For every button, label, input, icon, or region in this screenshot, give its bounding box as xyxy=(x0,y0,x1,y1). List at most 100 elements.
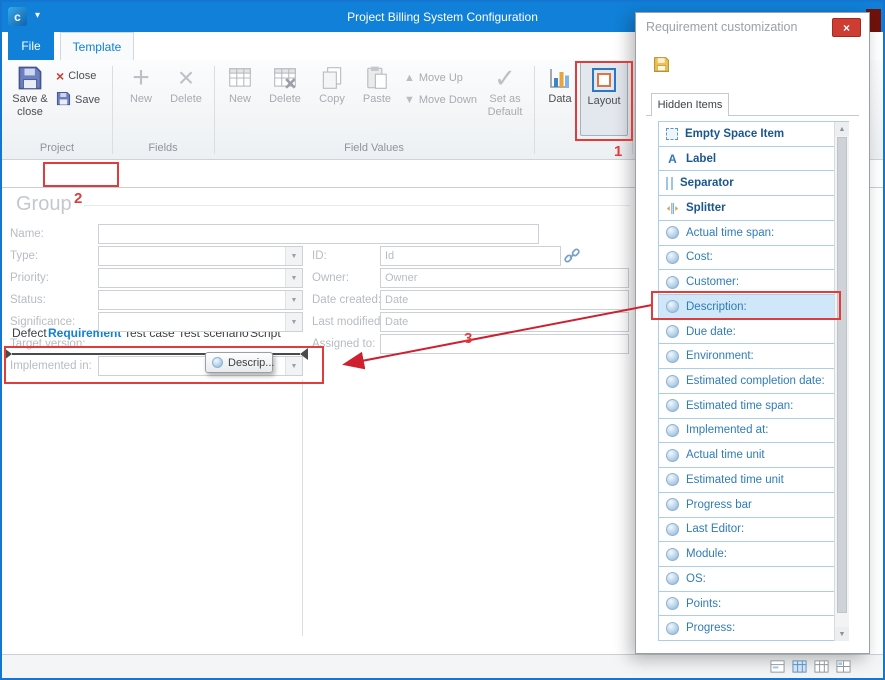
delete-field-button[interactable]: × Delete xyxy=(162,64,210,105)
splitter-icon xyxy=(666,202,679,215)
field-item-icon xyxy=(666,300,679,313)
save-button[interactable]: Save xyxy=(56,91,100,109)
move-down-icon: ▼ xyxy=(404,94,415,106)
hidden-item-row[interactable]: Customer: xyxy=(658,270,849,295)
new-value-button[interactable]: New xyxy=(220,64,260,105)
close-x-icon: × xyxy=(843,21,850,35)
hidden-item-label: Estimated completion date: xyxy=(686,375,825,387)
owner-input[interactable] xyxy=(380,268,629,288)
hidden-item-row[interactable]: OS: xyxy=(658,567,849,592)
hidden-item-row[interactable]: Cost: xyxy=(658,246,849,271)
hidden-item-row[interactable]: Actual time unit xyxy=(658,443,849,468)
set-default-label-2: Default xyxy=(488,107,523,118)
app-window: c ▾ Project Billing System Configuration… xyxy=(0,0,885,680)
date-created-label: Date created: xyxy=(312,294,381,306)
tab-file[interactable]: File xyxy=(8,32,54,60)
id-input[interactable] xyxy=(380,246,561,266)
copy-button[interactable]: Copy xyxy=(312,64,352,105)
scroll-down-icon[interactable]: ▼ xyxy=(835,627,849,641)
drag-ghost-description[interactable]: Descrip... xyxy=(205,352,273,373)
delete-field-label: Delete xyxy=(170,94,202,105)
scrollbar[interactable]: ▲ ▼ xyxy=(834,122,849,641)
hidden-item-label: Estimated time unit xyxy=(686,474,784,486)
annotation-number-2: 2 xyxy=(74,190,82,207)
hidden-item-row[interactable]: Estimated time span: xyxy=(658,394,849,419)
hidden-item-label-item[interactable]: ALabel xyxy=(658,147,849,172)
hidden-item-splitter[interactable]: Splitter xyxy=(658,196,849,221)
assigned-to-input[interactable] xyxy=(380,334,629,354)
scroll-up-icon[interactable]: ▲ xyxy=(835,122,849,136)
status-combobox[interactable]: ▼ xyxy=(98,290,303,310)
data-button[interactable]: Data xyxy=(540,64,580,105)
hidden-item-row[interactable]: Environment: xyxy=(658,344,849,369)
delete-value-label: Delete xyxy=(269,94,301,105)
save-label: Save xyxy=(75,94,100,106)
table-view-icon[interactable] xyxy=(814,659,829,679)
hidden-item-label: Progress: xyxy=(686,622,735,634)
delete-value-button[interactable]: Delete xyxy=(262,64,308,105)
date-created-input[interactable] xyxy=(380,290,629,310)
field-item-icon xyxy=(666,276,679,289)
hidden-item-row[interactable]: Progress: xyxy=(658,616,849,641)
priority-combobox[interactable]: ▼ xyxy=(98,268,303,288)
form-view-icon[interactable] xyxy=(770,659,785,679)
hidden-item-empty-space[interactable]: Empty Space Item xyxy=(658,122,849,147)
hidden-item-row[interactable]: Points: xyxy=(658,592,849,617)
hidden-item-label: Cost: xyxy=(686,251,713,263)
close-button[interactable]: × Close xyxy=(56,69,96,83)
layout-view-icon[interactable] xyxy=(836,659,851,679)
layout-button[interactable]: Layout xyxy=(580,62,628,136)
set-as-default-button[interactable]: ✓ Set as Default xyxy=(480,64,530,118)
significance-label: Significance: xyxy=(10,316,75,328)
link-icon[interactable] xyxy=(564,248,580,264)
group-label-field-values: Field Values xyxy=(214,142,534,154)
last-modified-input[interactable] xyxy=(380,312,629,332)
hidden-item-row[interactable]: Progress bar xyxy=(658,493,849,518)
save-and-close-button[interactable]: Save & close xyxy=(6,64,54,118)
move-up-label: Move Up xyxy=(419,72,463,84)
tab-hidden-items[interactable]: Hidden Items xyxy=(651,93,729,116)
significance-combobox[interactable]: ▼ xyxy=(98,312,303,332)
hidden-item-row[interactable]: Last Editor: xyxy=(658,518,849,543)
hidden-item-label: Implemented at: xyxy=(686,424,768,436)
hidden-item-label: Actual time span: xyxy=(686,227,774,239)
annotation-number-1: 1 xyxy=(614,143,622,160)
hidden-item-row[interactable]: Estimated time unit xyxy=(658,468,849,493)
hidden-item-label: Last Editor: xyxy=(686,523,744,535)
hidden-item-row[interactable]: Actual time span: xyxy=(658,221,849,246)
move-down-button[interactable]: ▼ Move Down xyxy=(404,94,477,106)
save-close-icon xyxy=(17,64,43,92)
move-up-button[interactable]: ▲ Move Up xyxy=(404,72,463,84)
hidden-item-separator[interactable]: Separator xyxy=(658,171,849,196)
table-icon xyxy=(227,64,253,92)
field-item-icon xyxy=(666,375,679,388)
hidden-items-list: Empty Space Item ALabel Separator Splitt… xyxy=(658,121,849,641)
dropdown-arrow-icon: ▼ xyxy=(285,291,302,309)
hidden-item-label: Environment: xyxy=(686,350,754,362)
hidden-item-label: Module: xyxy=(686,548,727,560)
hidden-item-label: Splitter xyxy=(686,202,726,214)
panel-save-button[interactable] xyxy=(649,55,673,79)
hidden-item-row[interactable]: Estimated completion date: xyxy=(658,369,849,394)
hidden-item-label: Empty Space Item xyxy=(685,128,784,140)
hidden-item-row[interactable]: Due date: xyxy=(658,320,849,345)
dropdown-arrow-icon: ▼ xyxy=(285,269,302,287)
last-modified-label: Last modified: xyxy=(312,316,384,328)
paste-button[interactable]: Paste xyxy=(356,64,398,105)
hidden-item-label: Points: xyxy=(686,598,721,610)
new-field-button[interactable]: + New xyxy=(120,64,162,105)
hidden-item-description[interactable]: Description: xyxy=(658,295,849,320)
hidden-item-label: Estimated time span: xyxy=(686,400,793,412)
dropdown-arrow-icon: ▼ xyxy=(285,313,302,331)
type-combobox[interactable]: ▼ xyxy=(98,246,303,266)
hidden-item-row[interactable]: Module: xyxy=(658,542,849,567)
hidden-item-row[interactable]: Implemented at: xyxy=(658,419,849,444)
scrollbar-thumb[interactable] xyxy=(837,137,847,613)
name-input[interactable] xyxy=(98,224,539,244)
save-close-label-2: close xyxy=(17,107,43,118)
hidden-item-label: Separator xyxy=(680,177,734,189)
move-down-label: Move Down xyxy=(419,94,477,106)
grid-view-icon[interactable] xyxy=(792,659,807,679)
panel-close-button[interactable]: × xyxy=(832,18,861,37)
tab-template[interactable]: Template xyxy=(60,32,134,60)
